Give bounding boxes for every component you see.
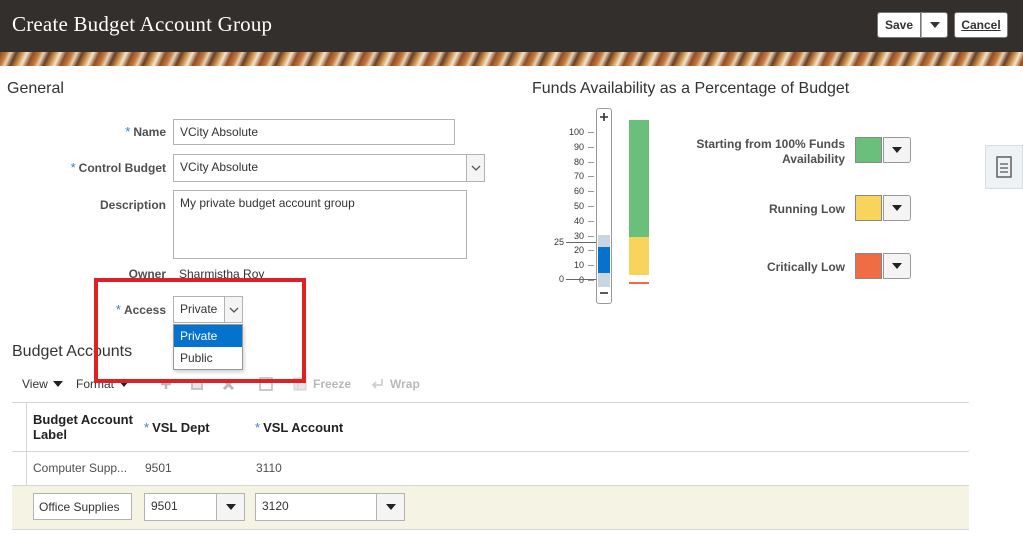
page-header: Create Budget Account Group Save Cancel	[0, 0, 1023, 52]
row1-account: 3110	[256, 461, 282, 475]
save-button[interactable]: Save	[877, 12, 921, 38]
row2-account-select[interactable]: 3120	[255, 493, 405, 521]
yellow-color-picker-button[interactable]	[883, 195, 911, 221]
red-color-swatch	[855, 253, 882, 279]
caret-down-icon	[892, 147, 902, 153]
plus-icon[interactable]	[599, 112, 609, 122]
threshold-label-critically-low: Critically Low	[766, 260, 845, 274]
red-color-picker-button[interactable]	[883, 253, 911, 279]
wrap-label: Wrap	[390, 377, 420, 391]
threshold-label-running-low: Running Low	[769, 202, 845, 216]
slider-tick-label: 0	[578, 275, 584, 285]
slider-tick-line	[588, 206, 594, 207]
row2-dept-value: 9501	[151, 499, 178, 513]
slider-tick-line	[588, 191, 594, 193]
slider-tick-label: 20	[573, 245, 584, 256]
green-color-picker-button[interactable]	[883, 137, 911, 163]
slider-tick-line	[588, 146, 594, 148]
view-menu[interactable]: View	[22, 377, 63, 391]
slider-value-marker	[566, 242, 596, 243]
column-header-account: * VSL Account	[255, 420, 344, 435]
funds-section-title: Funds Availability as a Percentage of Bu…	[532, 80, 850, 97]
document-list-icon	[996, 156, 1012, 178]
slider-fill	[598, 247, 610, 273]
row2-label-input[interactable]: Office Supplies	[33, 493, 132, 520]
slider-tick-label: 40	[573, 215, 584, 226]
cancel-button[interactable]: Cancel	[954, 12, 1008, 38]
wrap-button[interactable]: Wrap	[370, 377, 420, 391]
bar-red-segment	[629, 282, 649, 284]
slider-tick-line	[588, 250, 594, 252]
access-highlight-box	[94, 278, 306, 383]
slider-tick-label: 80	[573, 156, 584, 167]
description-textarea[interactable]: My private budget account group	[173, 190, 467, 259]
caret-down-icon	[892, 263, 902, 269]
chevron-down-icon[interactable]	[466, 155, 484, 181]
row1-label: Computer Supp...	[33, 461, 128, 475]
name-input[interactable]: VCity Absolute	[173, 119, 455, 145]
slider-tick-line	[588, 280, 594, 281]
slider-value-label: 25	[553, 237, 564, 247]
control-budget-label: * Control Budget	[70, 160, 166, 175]
bar-green-segment	[629, 120, 649, 237]
name-label: * Name	[125, 124, 166, 139]
save-menu-button[interactable]	[921, 12, 948, 38]
slider-tick-label: 30	[573, 230, 584, 241]
slider-tick-line	[588, 132, 594, 133]
description-label: Description	[99, 198, 166, 212]
slider-zero-marker	[566, 279, 596, 280]
bar-yellow-segment	[629, 237, 649, 275]
slider-tick-line	[588, 265, 594, 267]
control-budget-select[interactable]: VCity Absolute	[173, 154, 485, 182]
freeze-label: Freeze	[313, 377, 352, 391]
header-bottom-border	[12, 451, 969, 452]
green-color-swatch	[855, 137, 882, 163]
minus-icon[interactable]	[599, 288, 609, 298]
row2-dept-select[interactable]: 9501	[144, 493, 245, 521]
table-top-border	[12, 402, 969, 403]
slider-tick-line	[588, 161, 594, 163]
caret-down-icon[interactable]	[216, 494, 244, 520]
page-title: Create Budget Account Group	[12, 12, 273, 36]
slider-tick-label: 90	[573, 141, 584, 152]
caret-down-icon	[929, 22, 940, 28]
column-header-label: Budget Account Label	[33, 412, 133, 442]
slider-tick-line	[588, 220, 594, 222]
column-header-dept: * VSL Dept	[144, 420, 210, 435]
wrap-icon	[371, 379, 383, 389]
yellow-color-swatch	[855, 195, 882, 221]
view-menu-label: View	[22, 377, 48, 391]
caret-down-icon[interactable]	[376, 494, 404, 520]
caret-down-icon	[52, 381, 63, 387]
slider-tick-line	[588, 235, 594, 237]
slider-tick-label: 50	[573, 201, 584, 211]
slider-tick-label: 100	[568, 127, 584, 137]
slider-zero-label: 0	[558, 274, 564, 284]
caret-down-icon	[892, 205, 902, 211]
side-panel-toggle[interactable]	[985, 145, 1023, 189]
header-banner	[0, 52, 1023, 66]
slider-tick-label: 10	[573, 260, 584, 271]
funds-slider[interactable]	[596, 108, 612, 304]
threshold-label-full: Starting from 100% Funds Availability	[696, 137, 845, 166]
general-section-title: General	[7, 80, 64, 97]
slider-tick-label: 60	[573, 186, 584, 197]
row2-account-value: 3120	[262, 499, 289, 513]
slider-tick-label: 70	[573, 171, 584, 182]
control-budget-value: VCity Absolute	[180, 160, 259, 174]
slider-tick-line	[588, 176, 594, 178]
row1-dept: 9501	[145, 461, 172, 475]
